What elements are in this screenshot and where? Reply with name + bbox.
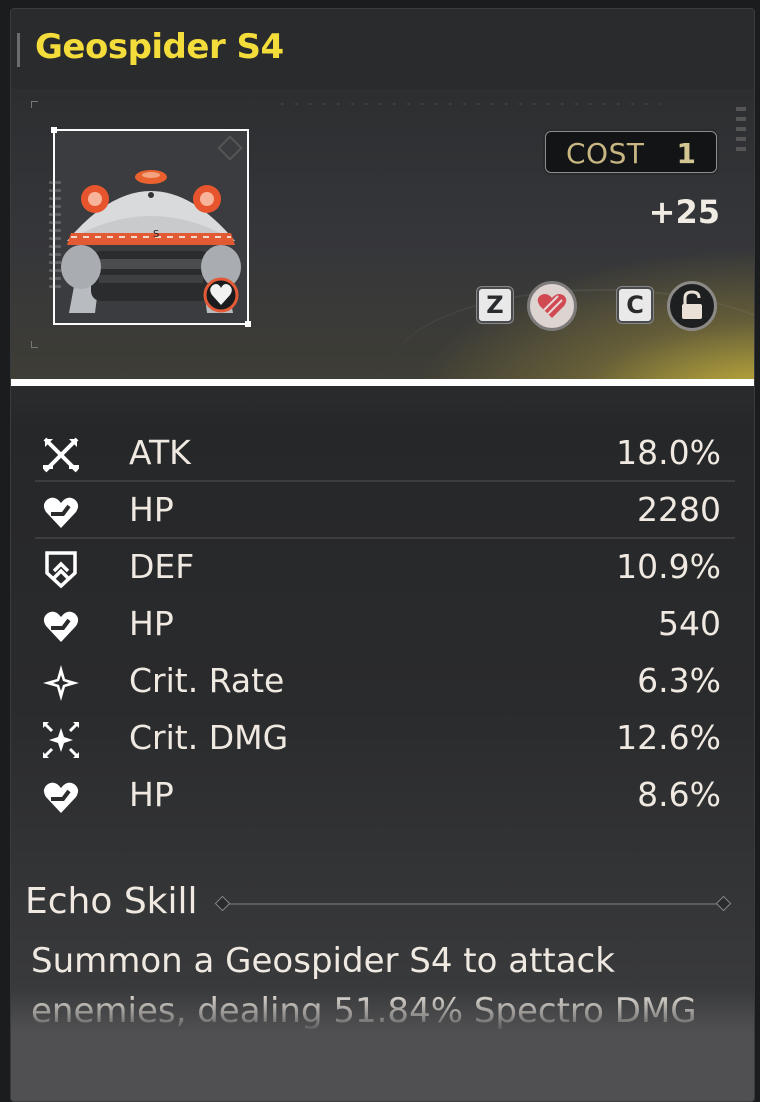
heart-favorite-icon (537, 294, 567, 318)
decor-vertical-text (49, 181, 61, 291)
stat-row: ATK 18.0% (35, 425, 735, 482)
lock-hotkey: C (617, 287, 653, 323)
echo-name: Geospider S4 (35, 27, 284, 67)
cost-label: COST (566, 137, 645, 170)
stat-row: HP 540 (35, 596, 735, 653)
stat-row: Crit. Rate 6.3% (35, 653, 735, 710)
decor-dots-vertical (736, 107, 746, 157)
stat-row: Crit. DMG 12.6% (35, 710, 735, 767)
echo-level: +25 (648, 193, 720, 231)
crit-rate-star-icon (43, 665, 79, 701)
stat-name: Crit. Rate (129, 661, 285, 700)
stat-row: HP 2280 (35, 482, 735, 539)
cost-value: 1 (676, 137, 696, 170)
decor-bracket (31, 341, 38, 348)
banner-divider (11, 379, 754, 386)
geospider-image: S (55, 131, 247, 323)
title-bar: Geospider S4 (11, 9, 754, 87)
echo-detail-panel: Geospider S4 S COST 1 +25 Z C ATK 18.0% … (10, 8, 755, 1102)
stat-name: DEF (129, 547, 195, 586)
stat-name: Crit. DMG (129, 718, 289, 757)
stat-value: 10.9% (616, 547, 721, 586)
hp-heart-icon (43, 611, 79, 642)
crit-dmg-stars-icon (43, 722, 79, 758)
stat-value: 12.6% (616, 718, 721, 757)
stat-value: 18.0% (616, 433, 721, 472)
stat-name: HP (129, 775, 174, 814)
decor-dots (281, 103, 661, 105)
skill-title-divider (221, 903, 725, 905)
favorite-hotkey: Z (477, 287, 513, 323)
stat-value: 2280 (637, 490, 721, 529)
echo-banner: S COST 1 +25 Z C (11, 89, 754, 379)
stat-value: 6.3% (637, 661, 721, 700)
padlock-icon (682, 290, 702, 319)
stat-name: ATK (129, 433, 191, 472)
echo-portrait[interactable]: S (49, 127, 251, 327)
favorite-button[interactable] (527, 281, 577, 331)
scroll-fade (11, 989, 754, 1101)
title-accent (17, 33, 20, 67)
stat-value: 8.6% (637, 775, 721, 814)
echo-skill-title: Echo Skill (25, 881, 198, 922)
stat-name: HP (129, 490, 174, 529)
decor-bracket (31, 101, 38, 108)
stat-row: DEF 10.9% (35, 539, 735, 596)
cost-box: COST 1 (545, 131, 717, 173)
svg-text:S: S (153, 229, 159, 240)
stat-value: 540 (658, 604, 721, 643)
stats-list: ATK 18.0% HP 2280 DEF 10.9% HP 540 Crit.… (35, 425, 735, 824)
atk-crossed-swords-icon (43, 437, 79, 473)
hp-heart-icon (43, 497, 79, 528)
lock-button[interactable] (667, 281, 717, 331)
stat-row: HP 8.6% (35, 767, 735, 824)
stat-name: HP (129, 604, 174, 643)
def-shield-icon (45, 551, 77, 589)
hp-heart-icon (43, 782, 79, 813)
